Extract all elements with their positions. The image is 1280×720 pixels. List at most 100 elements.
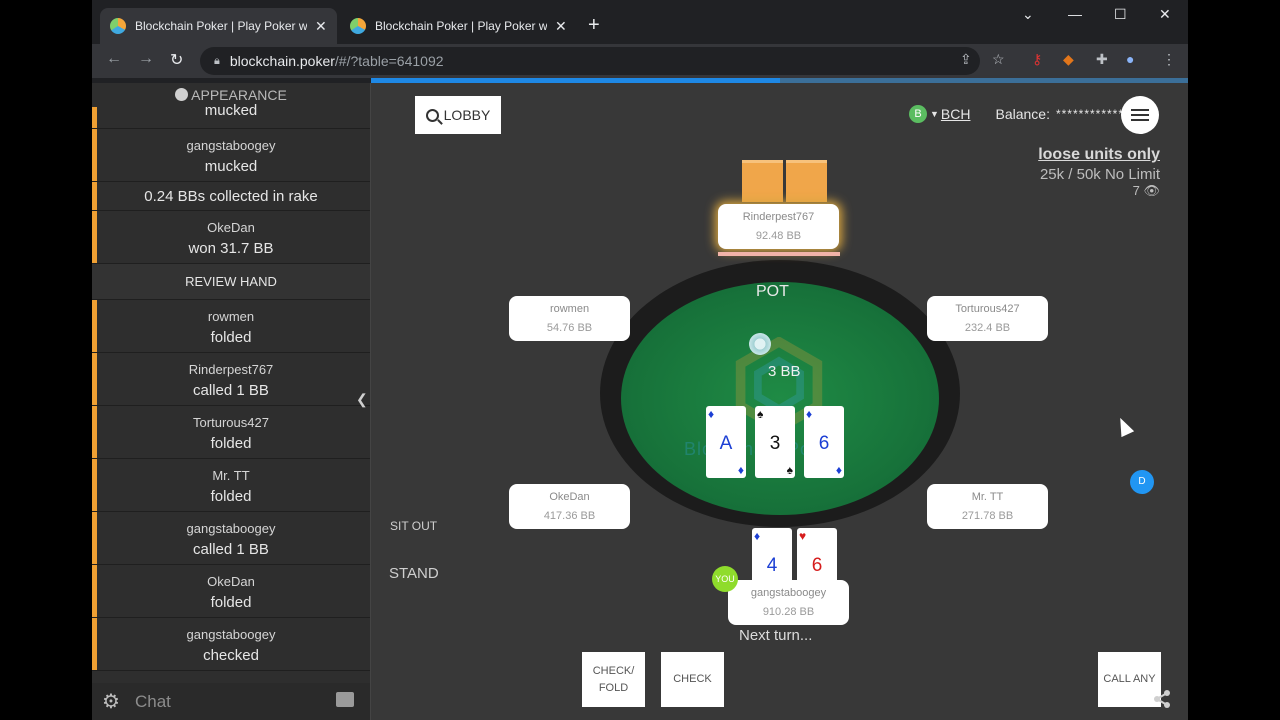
check-fold-button[interactable]: CHECK/ FOLD [582,652,645,707]
playing-card: ♦ 6 ♦ [804,406,844,478]
currency-label[interactable]: BCH [941,106,971,122]
maximize-icon[interactable]: ☐ [1114,6,1127,23]
close-tab-icon[interactable]: ✕ [555,18,567,35]
log-action: folded [210,594,252,611]
lock-icon: 🔒︎ [214,54,220,67]
seat-player-name: Mr. TT [971,491,1004,503]
suit-icon: ♦ [754,529,761,543]
log-player: OkeDan [207,220,255,235]
seat-stack: 232.4 BB [964,322,1011,334]
log-player: gangstaboogey [186,138,276,153]
watchers: 7 👁︎ [1038,183,1160,199]
log-item: gangstaboogey called 1 BB [92,512,370,565]
card-rank: 6 [818,433,830,454]
minimize-icon[interactable]: — [1068,6,1082,22]
pot-chip-icon [749,333,771,355]
favicon-icon [110,18,126,34]
playing-card: ♠ 3 ♠ [755,406,795,478]
log-player: gangstaboogey [186,521,276,536]
seat-stack: 910.28 BB [762,606,815,618]
card-rank: 6 [811,555,823,576]
back-icon[interactable]: ← [106,50,122,68]
bookmark-star-icon[interactable]: ☆ [992,51,1005,68]
log-player: Torturous427 [193,415,269,430]
tab-1[interactable]: Blockchain Poker | Play Poker with ✕ [100,8,337,44]
review-hand-button[interactable]: REVIEW HAND [92,264,370,300]
lobby-label: LOBBY [443,107,491,123]
tab-title: Blockchain Poker | Play Poker with [375,19,547,33]
tab-strip: Blockchain Poker | Play Poker with ✕ Blo… [92,0,1188,44]
forward-icon[interactable]: → [138,50,154,68]
suit-icon: ♦ [737,463,744,477]
metamask-icon[interactable]: ◆ [1063,51,1074,68]
share-page-icon[interactable]: ⇪ [960,51,972,68]
bch-coin-icon: B [909,105,927,123]
log-item: gangstaboogey mucked [92,129,370,182]
log-item: mucked [92,102,370,129]
browser-window: Blockchain Poker | Play Poker with ✕ Blo… [92,0,1188,720]
log-action: mucked [204,158,258,175]
card-rank: 3 [769,433,781,454]
reload-icon[interactable]: ↻ [170,50,183,70]
tab-search-icon[interactable]: ⌄ [1022,6,1034,23]
table-name[interactable]: loose units only [1038,146,1160,164]
seat-okedan[interactable]: OkeDan 417.36 BB [509,484,630,529]
url-path: /#/?table=641092 [334,53,444,69]
you-badge: YOU [712,566,738,592]
tab-title: Blockchain Poker | Play Poker with [135,19,307,33]
extensions-puzzle-icon[interactable]: ✚ [1096,51,1108,68]
tab-2[interactable]: Blockchain Poker | Play Poker with ✕ [340,8,577,44]
log-player: rowmen [207,309,255,324]
favicon-icon [350,18,366,34]
log-action: called 1 BB [193,541,269,558]
currency-selector[interactable]: B ▼ BCH Balance: ************ [909,105,1124,123]
table-stakes: 25k / 50k No Limit [1039,166,1160,183]
log-item: Rinderpest767 called 1 BB [92,353,370,406]
hand-log-sidebar: APPEARANCE mucked gangstaboogey mucked 0… [92,83,371,720]
seat-player-name: OkeDan [549,491,590,503]
balance-value[interactable]: ************ [1056,107,1124,121]
suit-icon: ♦ [806,407,813,421]
hamburger-menu-button[interactable] [1121,96,1159,134]
poker-table-area: LOBBY B ▼ BCH Balance: ************ loos… [371,83,1188,720]
suit-icon: ♠ [757,407,764,421]
log-action: folded [210,488,252,505]
chat-bubble-icon[interactable] [336,692,354,707]
seat-player-name: gangstaboogey [750,587,827,599]
chat-input[interactable]: Chat [135,692,171,712]
card-back [742,160,783,202]
address-bar[interactable]: 🔒︎ blockchain.poker/#/?table=641092 [200,47,980,75]
log-item: Mr. TT folded [92,459,370,512]
browser-menu-icon[interactable]: ⋮ [1162,51,1176,68]
stand-button[interactable]: STAND [389,565,439,582]
lobby-button[interactable]: LOBBY [415,96,501,134]
seat-rowmen[interactable]: rowmen 54.76 BB [509,296,630,341]
status-text: Next turn... [739,627,813,644]
log-item: OkeDan won 31.7 BB [92,211,370,264]
log-player: OkeDan [207,574,255,589]
collapse-sidebar-icon[interactable]: ❮ [356,391,368,408]
seat-hero-gangstaboogey[interactable]: gangstaboogey 910.28 BB [728,580,849,625]
seat-torturous427[interactable]: Torturous427 232.4 BB [927,296,1048,341]
chat-bar: ⚙ Chat [92,683,370,720]
eye-icon: 👁︎ [1143,183,1160,198]
extension-key-icon[interactable]: ⚷ [1032,51,1042,68]
log-action: mucked [204,102,258,119]
appearance-label: APPEARANCE [191,87,287,103]
new-tab-icon[interactable]: + [588,14,600,37]
seat-stack: 271.78 BB [961,510,1014,522]
card-rank: 4 [766,555,778,576]
pot-label: POT [756,283,789,300]
seat-mr-tt[interactable]: Mr. TT 271.78 BB [927,484,1048,529]
sit-out-toggle[interactable]: SIT OUT [390,519,437,533]
log-player: Rinderpest767 [188,362,274,377]
profile-avatar-icon[interactable]: ● [1126,51,1134,67]
close-window-icon[interactable]: ✕ [1159,6,1171,23]
seat-rinderpest767[interactable]: Rinderpest767 92.48 BB [718,204,839,249]
check-button[interactable]: CHECK [661,652,724,707]
gear-icon[interactable]: ⚙ [102,689,120,714]
share-icon[interactable] [1152,689,1172,709]
seat-player-name: Rinderpest767 [742,211,815,223]
close-tab-icon[interactable]: ✕ [315,18,327,35]
card-back [786,160,827,202]
